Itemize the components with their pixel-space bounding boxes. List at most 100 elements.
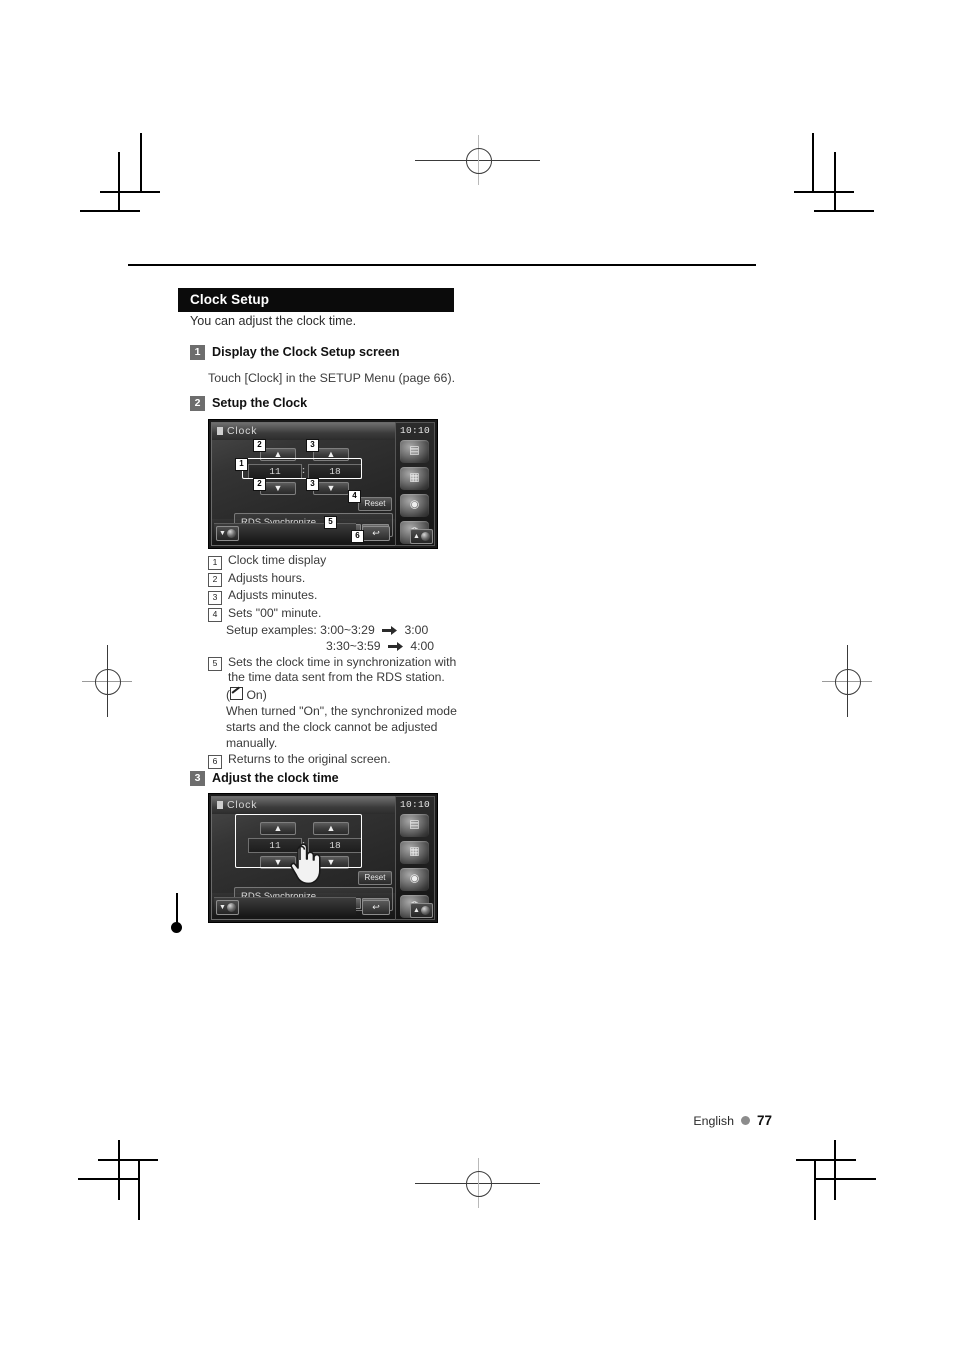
section-header: Clock Setup (178, 288, 454, 312)
tv-tuner-icon[interactable]: ▦ (400, 467, 429, 490)
step-2-title: Setup the Clock (212, 396, 308, 410)
radio-tuner-icon[interactable]: ◉ (400, 868, 429, 891)
volume-down-knob[interactable]: ▼ (216, 900, 239, 915)
title-square-icon (217, 427, 223, 435)
legend-text: Returns to the original screen. (228, 752, 391, 767)
device-titlebar: Clock (212, 423, 396, 440)
crop-mark-top-left-v2 (118, 152, 120, 212)
device-title: Clock (227, 425, 258, 437)
volume-down-knob[interactable]: ▼ (216, 526, 239, 541)
footer-page-number: 77 (756, 1113, 772, 1128)
example-result: 3:00 (404, 623, 429, 637)
legend-item-3: 3 Adjusts minutes. (208, 588, 468, 605)
footer-bullet-icon (740, 1116, 750, 1125)
legend-item-6: 6 Returns to the original screen. (208, 752, 468, 769)
crop-mark-bottom-left-v (118, 1140, 120, 1200)
registration-mark-top (415, 135, 540, 185)
step-3-number: 3 (190, 771, 205, 786)
legend-on-note: ( On) (208, 687, 468, 704)
hand-pointer-icon (290, 843, 321, 885)
page-footer: English 77 (693, 1113, 772, 1128)
tv-tuner-icon[interactable]: ▦ (400, 841, 429, 864)
registration-mark-bottom (415, 1158, 540, 1208)
legend-number: 6 (208, 754, 222, 769)
legend-number: 4 (208, 608, 222, 622)
crop-mark-top-left-h (100, 191, 160, 193)
crop-mark-top-right-v2 (834, 152, 836, 212)
return-button[interactable]: ↩ (362, 526, 390, 541)
legend-number: 2 (208, 573, 222, 587)
dial-icon (226, 903, 236, 912)
pencil-icon (230, 687, 244, 701)
device-screen: Clock ▲ ▲ 11 : 18 ▼ ▼ Reset ▼ ↩ (211, 422, 397, 546)
crop-mark-bottom-left-v2 (138, 1160, 140, 1220)
legend-text: Clock time display (228, 553, 327, 567)
triangle-up-icon: ▲ (413, 533, 420, 540)
dial-icon (420, 532, 430, 541)
triangle-up-icon: ▲ (413, 907, 420, 914)
step-2: 2 Setup the Clock (190, 396, 307, 411)
crop-mark-top-left-v (140, 133, 142, 193)
example-label-2: 3:30~3:59 (326, 638, 381, 653)
legend-text: Adjusts minutes. (228, 588, 318, 602)
legend-item-5: 5 Sets the clock time in synchronization… (208, 655, 468, 687)
device-titlebar: Clock (212, 797, 396, 814)
page-top-rule (128, 264, 756, 266)
step-1-body: Touch [Clock] in the SETUP Menu (page 66… (208, 371, 456, 385)
crop-mark-bottom-right-h2 (816, 1178, 876, 1180)
arrow-right-icon (382, 626, 398, 636)
device-rail-clock: 10:10 (399, 799, 430, 810)
crop-mark-bottom-right-v (834, 1140, 836, 1200)
legend-text: Adjusts hours. (228, 570, 306, 585)
callout-5: 5 (324, 516, 337, 529)
footer-language: English (693, 1113, 734, 1128)
crop-mark-bottom-left-h (98, 1159, 158, 1161)
crop-mark-top-right-h2 (814, 210, 874, 212)
dial-icon (226, 529, 236, 538)
triangle-down-icon: ▼ (219, 904, 226, 911)
legend-number: 5 (208, 657, 222, 672)
example-result-2: 4:00 (410, 638, 435, 653)
return-button[interactable]: ↩ (362, 900, 390, 915)
disc-changer-icon[interactable]: ▤ (400, 440, 429, 463)
legend-item-2: 2 Adjusts hours. (208, 570, 468, 587)
disc-changer-icon[interactable]: ▤ (400, 814, 429, 837)
step-1-number: 1 (190, 345, 205, 360)
callout-3-up: 3 (306, 439, 319, 452)
section-title: Clock Setup (190, 292, 270, 307)
crop-mark-top-right-v (812, 133, 814, 193)
triangle-down-icon: ▼ (273, 483, 283, 493)
callout-6: 6 (351, 530, 364, 543)
callout-2-up: 2 (253, 439, 266, 452)
example-label: Setup examples: 3:00~3:29 (226, 623, 375, 637)
legend-item-4: 4 Sets "00" minute. (208, 606, 468, 622)
callout-1: 1 (235, 458, 248, 471)
registration-mark-left (82, 645, 132, 717)
radio-tuner-icon[interactable]: ◉ (400, 494, 429, 517)
reset-button[interactable]: Reset (358, 497, 392, 511)
volume-up-knob[interactable]: ▲ (410, 903, 433, 918)
legend-item-1: 1 Clock time display (208, 553, 468, 570)
crop-mark-top-right-h (794, 191, 854, 193)
bleed-guide-dot (171, 922, 182, 933)
dial-icon (420, 906, 430, 915)
registration-mark-right (822, 645, 872, 717)
reset-button[interactable]: Reset (358, 871, 392, 885)
device-rail-clock: 10:10 (399, 425, 430, 436)
callout-3-down: 3 (306, 478, 319, 491)
device-screenshot-setup: Clock ▲ ▲ 11 : 18 ▼ ▼ Reset ▼ ↩ 10:10 ▤ … (208, 419, 438, 549)
legend-example-line-1: Setup examples: 3:00~3:29 3:00 (208, 623, 468, 639)
callout-2-down: 2 (253, 478, 266, 491)
device-title: Clock (227, 799, 258, 811)
arrow-right-icon (387, 642, 403, 652)
triangle-down-icon: ▼ (219, 530, 226, 537)
crop-mark-top-left-h2 (80, 210, 140, 212)
step-1: 1 Display the Clock Setup screen (190, 345, 400, 360)
legend-example-line-2: 3:30~3:59 4:00 (208, 639, 468, 655)
volume-up-knob[interactable]: ▲ (410, 529, 433, 544)
return-arrow-icon: ↩ (372, 528, 380, 538)
device-screenshot-adjust: Clock ▲ ▲ 11 : 18 ▼ ▼ Reset (208, 793, 438, 923)
on-label: On) (246, 688, 267, 703)
return-arrow-icon: ↩ (372, 902, 380, 912)
device-source-rail: 10:10 ▤ ▦ ◉ ◍ (395, 796, 435, 920)
